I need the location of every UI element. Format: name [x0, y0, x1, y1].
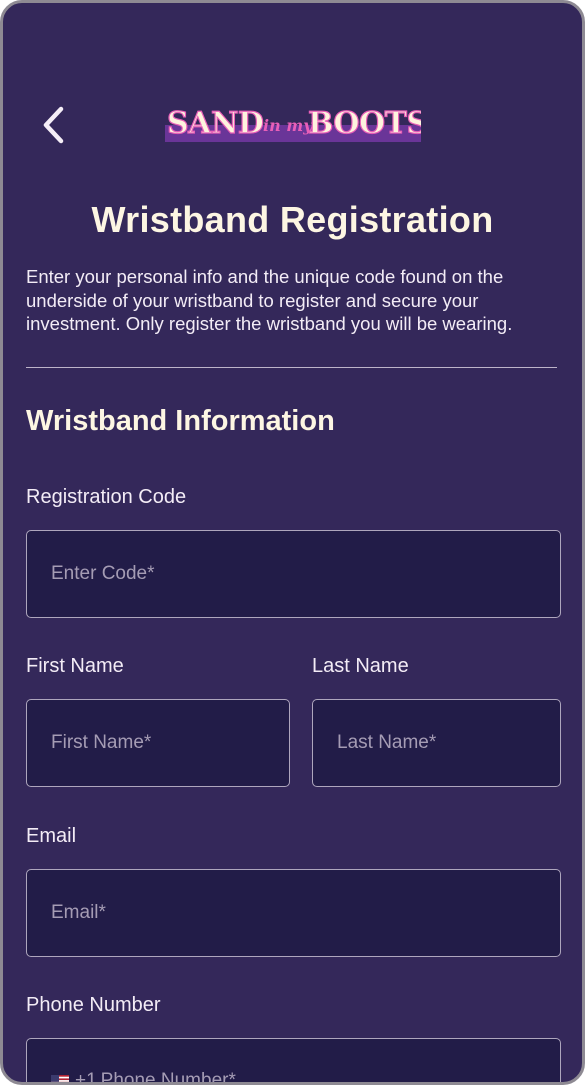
- last-name-label: Last Name: [312, 655, 409, 677]
- first-name-field[interactable]: [26, 699, 290, 787]
- us-flag-icon: [51, 1075, 69, 1082]
- email-label: Email: [26, 825, 77, 847]
- country-code: +1: [75, 1070, 97, 1085]
- intro-text: Enter your personal info and the unique …: [26, 266, 513, 334]
- first-name-label: First Name: [26, 655, 124, 677]
- section-title: Wristband Information: [26, 405, 335, 437]
- registration-code-field[interactable]: [26, 530, 561, 618]
- back-button[interactable]: [39, 103, 73, 147]
- logo-boots-text: BOOTS: [308, 106, 421, 141]
- phone-number-input[interactable]: [100, 1070, 560, 1082]
- registration-code-label: Registration Code: [26, 486, 187, 508]
- sand-in-my-boots-logo: SAND in my BOOTS: [165, 101, 429, 143]
- phone-number-label: Phone Number: [26, 994, 161, 1016]
- country-code-selector[interactable]: +1: [51, 1070, 97, 1085]
- logo-sand-text: SAND: [167, 106, 263, 141]
- chevron-left-icon: [43, 106, 64, 144]
- last-name-input[interactable]: [337, 700, 560, 786]
- email-input[interactable]: [51, 870, 560, 956]
- phone-screen: SAND in my BOOTS Wristband Registration …: [0, 0, 585, 1085]
- phone-number-field[interactable]: +1: [26, 1038, 561, 1085]
- email-field[interactable]: [26, 869, 561, 957]
- first-name-input[interactable]: [51, 700, 289, 786]
- registration-code-input[interactable]: [51, 531, 560, 617]
- logo-in-my-text: in my: [263, 116, 314, 135]
- divider: [26, 367, 557, 368]
- page-title: Wristband Registration: [91, 199, 494, 240]
- last-name-field[interactable]: [312, 699, 561, 787]
